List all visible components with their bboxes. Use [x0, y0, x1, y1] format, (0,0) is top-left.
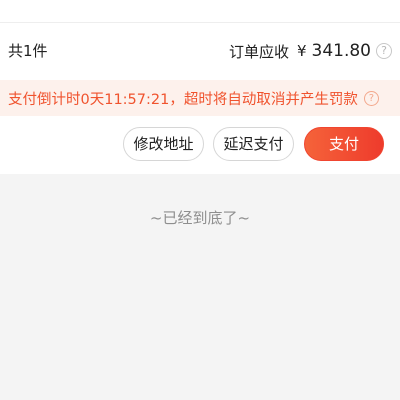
- delay-payment-button[interactable]: 延迟支付: [213, 127, 294, 161]
- currency-symbol: ¥: [296, 42, 307, 60]
- end-of-list-text: ~已经到底了~: [149, 209, 251, 227]
- order-summary-card: 共1件 订单应收 ¥ 341.80 ? 支付倒计时0天11:57:21，超时将自…: [0, 0, 400, 174]
- pay-button[interactable]: 支付: [304, 127, 384, 161]
- payment-countdown-banner: 支付倒计时0天11:57:21，超时将自动取消并产生罚款 ?: [0, 80, 400, 116]
- item-count-label: 共1件: [8, 42, 48, 60]
- order-total-label: 订单应收: [228, 42, 289, 61]
- payment-countdown-text: 支付倒计时0天11:57:21，超时将自动取消并产生罚款: [8, 91, 358, 108]
- order-total-row: 订单应收 ¥ 341.80 ?: [229, 38, 392, 64]
- question-icon[interactable]: ?: [363, 90, 379, 106]
- question-icon[interactable]: ?: [376, 43, 392, 59]
- top-divider: [0, 22, 400, 23]
- order-total-amount: 341.80: [311, 41, 371, 61]
- modify-address-button[interactable]: 修改地址: [123, 127, 204, 161]
